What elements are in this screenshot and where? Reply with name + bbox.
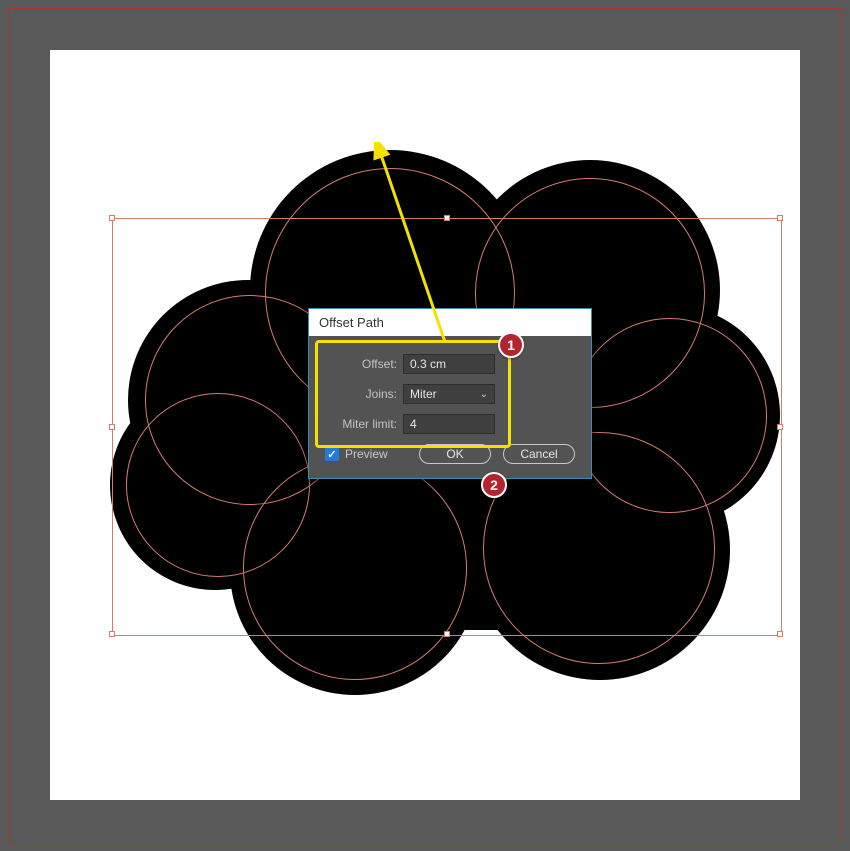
annotation-badge-1: 1 xyxy=(498,332,524,358)
preview-checkbox[interactable]: ✓ xyxy=(325,447,339,461)
preview-label: Preview xyxy=(345,447,388,461)
artboard: Offset Path Offset: 0.3 cm Joins: Miter … xyxy=(50,50,800,800)
joins-label: Joins: xyxy=(325,387,397,401)
miter-limit-label: Miter limit: xyxy=(325,417,397,431)
joins-select[interactable]: Miter ⌄ xyxy=(403,384,495,404)
miter-limit-input[interactable]: 4 xyxy=(403,414,495,434)
chevron-down-icon: ⌄ xyxy=(480,389,488,400)
cancel-button[interactable]: Cancel xyxy=(503,444,575,464)
ok-button[interactable]: OK xyxy=(419,444,491,464)
annotation-badge-2: 2 xyxy=(481,472,507,498)
offset-label: Offset: xyxy=(325,357,397,371)
offset-path-dialog: Offset Path Offset: 0.3 cm Joins: Miter … xyxy=(308,308,592,479)
dialog-title: Offset Path xyxy=(309,309,591,336)
joins-value: Miter xyxy=(410,387,437,401)
offset-input[interactable]: 0.3 cm xyxy=(403,354,495,374)
